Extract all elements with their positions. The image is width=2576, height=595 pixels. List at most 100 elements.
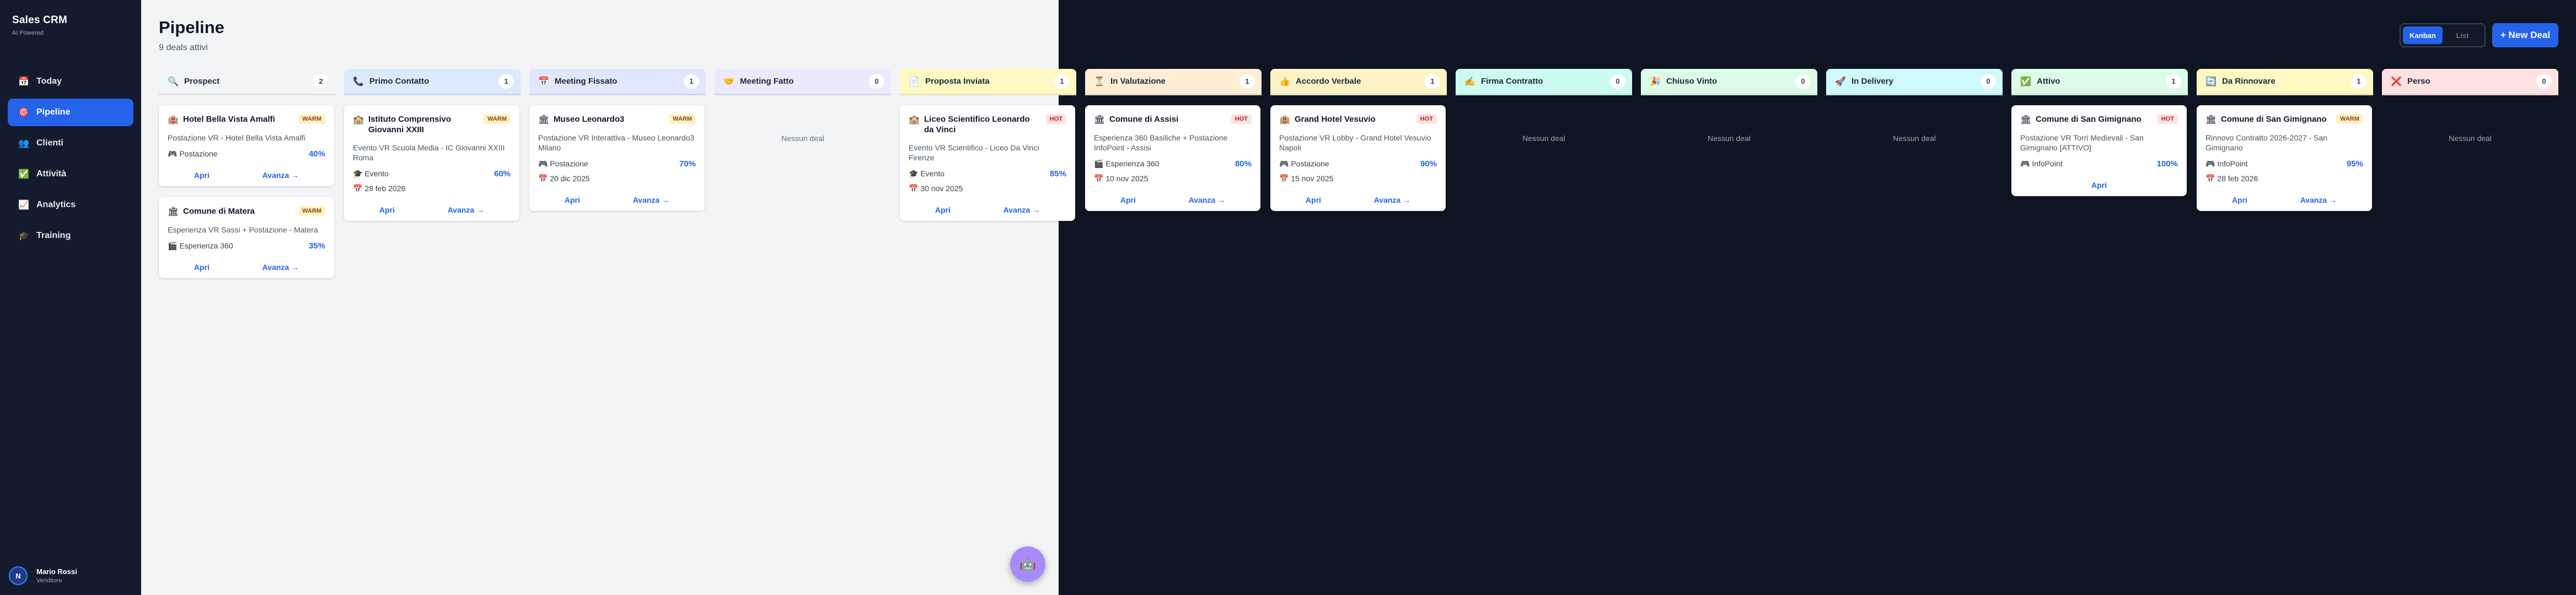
deal-title: Comune di San Gimignano [2036, 115, 2142, 124]
thumbs-up-icon: 👍 [1279, 77, 1290, 86]
open-deal-button[interactable]: Apri [2091, 181, 2107, 190]
avatar[interactable]: N [9, 566, 28, 585]
cross-icon: ❌ [2391, 77, 2402, 86]
deal-product: 🎮 Postazione [538, 159, 588, 168]
deal-date: 📅 28 feb 2026 [353, 184, 406, 193]
deal-title: Liceo Scientifico Leonardo da Vinci [924, 115, 1030, 134]
sidebar-item-training[interactable]: 🎓 Training [8, 222, 133, 250]
open-deal-button[interactable]: Apri [194, 263, 210, 272]
deal-card[interactable]: 🏨 Hotel Bella Vista Amalfi WARM Postazione … [159, 105, 334, 186]
graduation-icon: 🎓 [18, 231, 29, 241]
open-deal-button[interactable]: Apri [1306, 196, 1321, 204]
deal-card[interactable]: 🏛 Comune di San Gimignano WARM Rinnovo Cont… [2197, 105, 2372, 211]
column-header: ✍ Firma Contratto 0 [1456, 69, 1632, 95]
deal-probability: 60% [493, 169, 511, 178]
kanban-view-button[interactable]: Kanban [2403, 26, 2443, 44]
deal-card[interactable]: 🏛 Museo Leonardo3 WARM Postazione VR Intera… [529, 105, 705, 211]
sidebar-item-attivit[interactable]: ✅ Attività [8, 160, 133, 188]
advance-deal-button[interactable]: Avanza → [2300, 196, 2337, 204]
sidebar-item-label: Pipeline [36, 107, 71, 117]
column-perso: ❌ Perso 0 Nessun deal [2382, 69, 2558, 143]
sidebar-item-label: Attività [36, 169, 67, 178]
column-count-badge: 1 [1239, 74, 1255, 89]
party-icon: 🎉 [1650, 77, 1661, 86]
temperature-badge: WARM [2336, 114, 2363, 124]
deal-description: Postazione VR - Hotel Bella Vista Amalfi [168, 133, 305, 142]
open-deal-button[interactable]: Apri [1120, 196, 1136, 204]
empty-column-text: Nessun deal [1522, 134, 1565, 143]
user-role: Venditore [36, 577, 62, 584]
column-count-badge: 0 [1610, 74, 1625, 89]
deal-description: Evento VR Scientifico - Liceo Da Vinci F… [909, 143, 1039, 162]
deal-title: Comune di Assisi [1109, 115, 1179, 124]
column-header: ❌ Perso 0 [2382, 69, 2558, 95]
column-title: Da Rinnovare [2222, 77, 2276, 86]
deal-product: 🎬 Esperienza 360 [168, 241, 233, 250]
deal-date: 📅 15 nov 2025 [1279, 174, 1334, 183]
deal-description: Postazione VR Lobby - Grand Hotel Vesuvi… [1279, 133, 1431, 152]
rocket-icon: 🚀 [1835, 77, 1846, 86]
deal-product: 🎮 InfoPoint [2205, 159, 2248, 168]
deal-probability: 100% [2156, 159, 2178, 169]
advance-deal-button[interactable]: Avanza → [1374, 196, 1410, 204]
deal-card[interactable]: 🏛 Comune di Assisi HOT Esperienza 360 Basil… [1085, 105, 1260, 211]
advance-deal-button[interactable]: Avanza → [262, 263, 299, 272]
sidebar-item-pipeline[interactable]: 🎯 Pipeline [8, 99, 133, 126]
magnifier-icon: 🔍 [168, 77, 179, 86]
column-attivo: ✅ Attivo 1 🏛 Comune di San Gimignano HOT Posta… [2011, 69, 2188, 196]
deal-card[interactable]: 🏛 Comune di Matera WARM Esperienza VR Sassi… [159, 197, 334, 278]
refresh-icon: 🔄 [2205, 77, 2217, 86]
check-icon: ✅ [2020, 77, 2031, 86]
empty-column-text: Nessun deal [781, 134, 824, 143]
column-count-badge: 1 [1054, 74, 1070, 89]
building-icon: 🏛 [168, 207, 179, 217]
deal-card[interactable]: 🏛 Comune di San Gimignano HOT Postazione VR… [2011, 105, 2187, 196]
advance-deal-button[interactable]: Avanza → [1003, 205, 1040, 214]
deal-product: 🎓 Evento [909, 169, 944, 178]
column-title: Prospect [184, 77, 220, 86]
user-profile[interactable]: N Mario Rossi Venditore [9, 566, 77, 585]
open-deal-button[interactable]: Apri [379, 205, 395, 214]
assistant-fab-button[interactable]: 🤖 [1010, 547, 1045, 582]
deal-title: Museo Leonardo3 [554, 115, 625, 124]
deal-probability: 95% [2346, 159, 2363, 169]
deal-description: Rinnovo Contratto 2026-2027 - San Gimign… [2205, 133, 2328, 152]
column-header: 👍 Accordo Verbale 1 [1270, 69, 1447, 95]
open-deal-button[interactable]: Apri [2232, 196, 2247, 204]
target-icon: 🎯 [18, 108, 29, 117]
column-count-badge: 1 [498, 74, 514, 89]
column-proposta-inviata: 📄 Proposta Inviata 1 🏫 Liceo Scientifico Leo… [900, 69, 1076, 221]
list-view-button[interactable]: List [2443, 26, 2482, 44]
open-deal-button[interactable]: Apri [935, 205, 951, 214]
sidebar-item-analytics[interactable]: 📈 Analytics [8, 191, 133, 219]
building-icon: 🏨 [168, 115, 179, 125]
column-count-badge: 1 [684, 74, 699, 89]
advance-deal-button[interactable]: Avanza → [633, 196, 669, 204]
app-subtitle: AI Powered [12, 30, 44, 36]
open-deal-button[interactable]: Apri [565, 196, 580, 204]
column-accordo-verbale: 👍 Accordo Verbale 1 🏨 Grand Hotel Vesuvio HOT… [1270, 69, 1447, 211]
column-da-rinnovare: 🔄 Da Rinnovare 1 🏛 Comune di San Gimignano WA… [2197, 69, 2373, 211]
column-meeting-fatto: 🤝 Meeting Fatto 0 Nessun deal [715, 69, 891, 143]
new-deal-button[interactable]: + New Deal [2492, 23, 2558, 47]
hourglass-icon: ⏳ [1094, 77, 1105, 86]
page-subtitle: 9 deals attivi [159, 43, 208, 52]
deal-card[interactable]: 🏫 Liceo Scientifico Leonardo da Vinci HOT E… [900, 105, 1075, 221]
sidebar: Sales CRM AI Powered 📅 Today 🎯 Pipeline 👥 Cli… [0, 0, 141, 595]
deal-product: 🎬 Esperienza 360 [1094, 159, 1160, 168]
open-deal-button[interactable]: Apri [194, 171, 210, 180]
sidebar-item-today[interactable]: 📅 Today [8, 68, 133, 95]
advance-deal-button[interactable]: Avanza → [262, 171, 299, 180]
deal-probability: 85% [1049, 169, 1066, 178]
deal-card[interactable]: 🏫 Istituto Comprensivo Giovanni XXIII WARM… [344, 105, 519, 221]
sidebar-item-clienti[interactable]: 👥 Clienti [8, 129, 133, 157]
temperature-badge: HOT [1231, 114, 1252, 124]
calendar-icon: 📅 [538, 77, 549, 86]
deal-title: Istituto Comprensivo Giovanni XXIII [368, 115, 452, 134]
deal-card[interactable]: 🏨 Grand Hotel Vesuvio HOT Postazione VR Lob… [1270, 105, 1446, 211]
view-toggle: Kanban List [2400, 23, 2486, 47]
advance-deal-button[interactable]: Avanza → [448, 205, 484, 214]
advance-deal-button[interactable]: Avanza → [1189, 196, 1225, 204]
column-in-valutazione: ⏳ In Valutazione 1 🏛 Comune di Assisi HOT Espe… [1085, 69, 1262, 211]
column-title: Accordo Verbale [1296, 77, 1361, 86]
